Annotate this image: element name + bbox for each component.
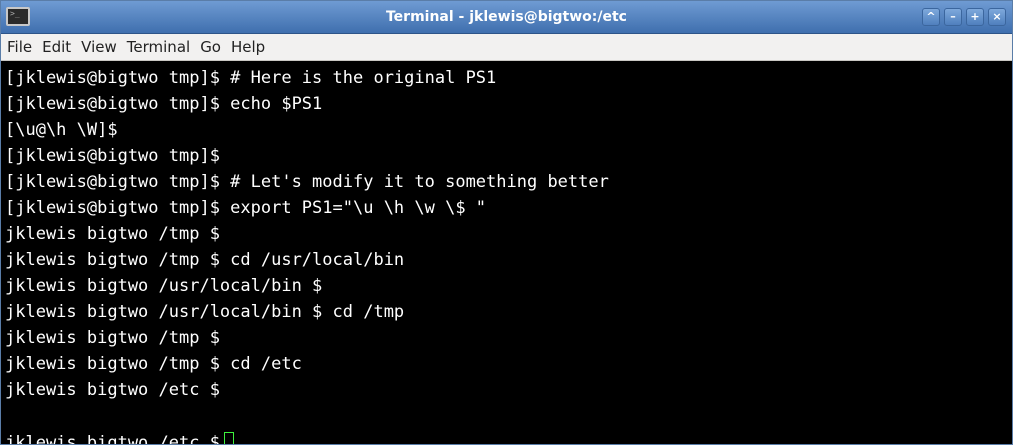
- terminal-line: [jklewis@bigtwo tmp]$ # Let's modify it …: [5, 172, 609, 192]
- menu-help[interactable]: Help: [226, 34, 270, 60]
- window-controls: ^ – + ×: [922, 8, 1006, 26]
- menu-view[interactable]: View: [76, 34, 122, 60]
- menu-go[interactable]: Go: [195, 34, 226, 60]
- menu-bar: File Edit View Terminal Go Help: [1, 34, 1012, 61]
- terminal-prompt-line[interactable]: jklewis bigtwo /etc $: [5, 430, 1012, 445]
- terminal-line: [jklewis@bigtwo tmp]$ # Here is the orig…: [5, 68, 497, 88]
- shade-button[interactable]: –: [944, 8, 962, 26]
- close-button[interactable]: ×: [988, 8, 1006, 26]
- terminal-line: jklewis bigtwo /tmp $: [5, 328, 220, 348]
- maximize-button[interactable]: +: [966, 8, 984, 26]
- terminal-line: [jklewis@bigtwo tmp]$ export PS1="\u \h …: [5, 198, 487, 218]
- window-title: Terminal - jklewis@bigtwo:/etc: [385, 9, 627, 25]
- terminal-line: [\u@\h \W]$: [5, 120, 118, 140]
- menu-terminal[interactable]: Terminal: [122, 34, 195, 60]
- terminal-output[interactable]: [jklewis@bigtwo tmp]$ # Here is the orig…: [1, 61, 1012, 445]
- terminal-line: [jklewis@bigtwo tmp]$ echo $PS1: [5, 94, 323, 114]
- terminal-line: jklewis bigtwo /tmp $ cd /usr/local/bin: [5, 250, 405, 270]
- terminal-line: jklewis bigtwo /usr/local/bin $ cd /tmp: [5, 302, 405, 322]
- menu-edit[interactable]: Edit: [37, 34, 76, 60]
- text-cursor: [223, 432, 234, 444]
- terminal-line: jklewis bigtwo /tmp $: [5, 224, 220, 244]
- terminal-window: >_ Terminal - jklewis@bigtwo:/etc ^ – + …: [0, 0, 1013, 445]
- terminal-line: jklewis bigtwo /usr/local/bin $: [5, 276, 323, 296]
- terminal-line: jklewis bigtwo /tmp $ cd /etc: [5, 354, 302, 374]
- minimize-button[interactable]: ^: [922, 8, 940, 26]
- terminal-line: [jklewis@bigtwo tmp]$: [5, 146, 220, 166]
- title-bar[interactable]: >_ Terminal - jklewis@bigtwo:/etc ^ – + …: [1, 1, 1012, 34]
- terminal-line: jklewis bigtwo /etc $: [5, 380, 220, 400]
- terminal-prompt: jklewis bigtwo /etc $: [5, 433, 220, 445]
- menu-file[interactable]: File: [1, 34, 37, 60]
